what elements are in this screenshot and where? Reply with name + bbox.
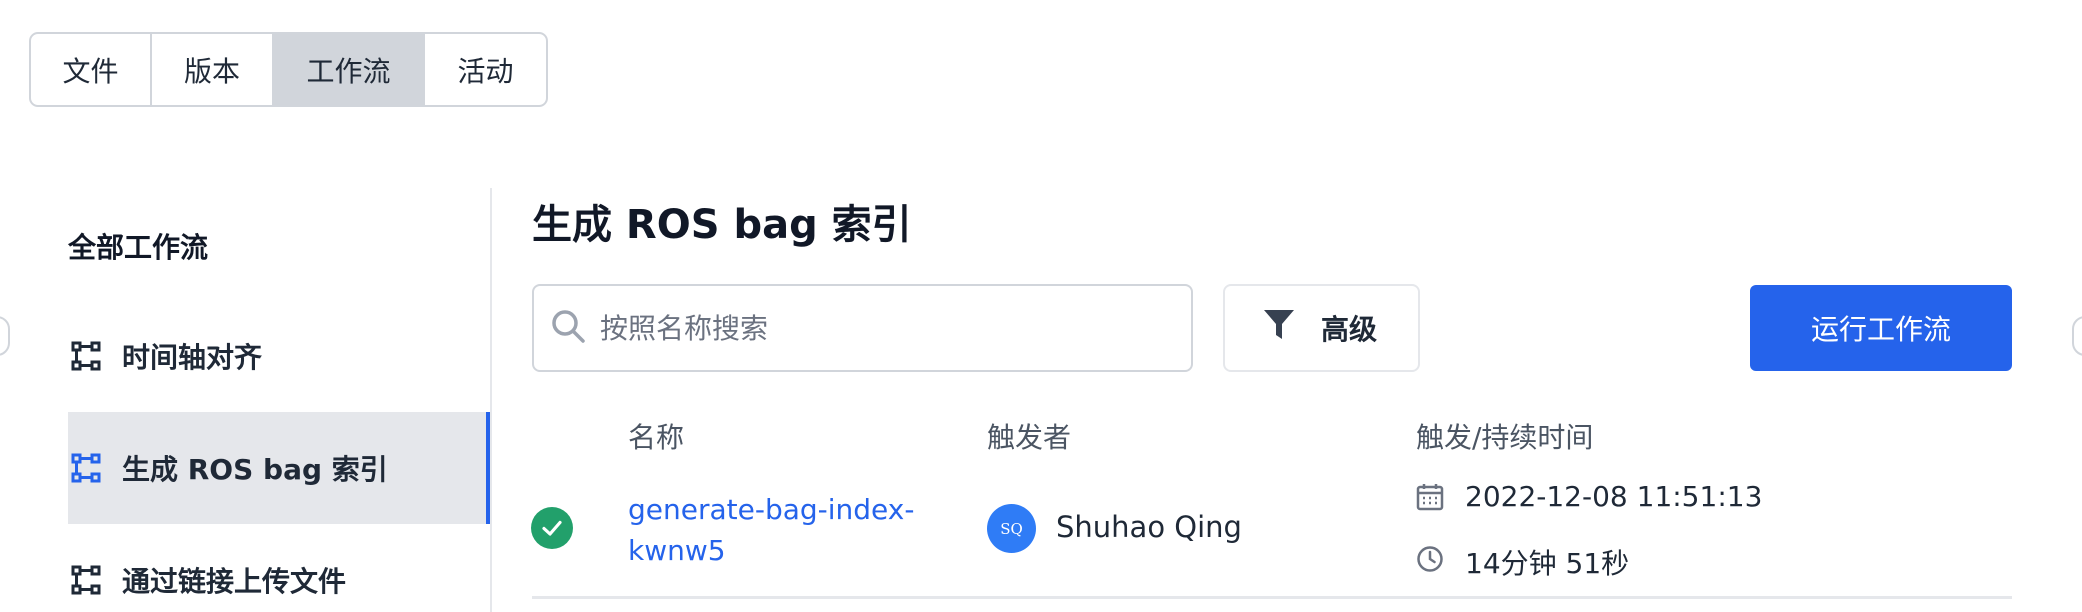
sidebar-item-label: 通过链接上传文件 bbox=[122, 565, 347, 598]
sidebar-title[interactable]: 全部工作流 bbox=[68, 226, 208, 266]
sidebar-item-timeline-align[interactable]: 时间轴对齐 bbox=[68, 300, 490, 412]
search-box bbox=[532, 284, 1193, 372]
column-header-trigger-duration: 触发/持续时间 bbox=[1416, 421, 1594, 454]
filter-icon bbox=[1263, 308, 1321, 349]
sidebar-item-ros-bag-index[interactable]: 生成 ROS bag 索引 bbox=[68, 412, 490, 524]
run-workflow-button[interactable]: 运行工作流 bbox=[1750, 285, 2012, 371]
avatar: SQ bbox=[987, 504, 1036, 553]
search-icon bbox=[550, 308, 586, 348]
workflow-sidebar: 全部工作流 时间轴对齐 生成 ROS bag 索引 通过链接上传文件 bbox=[0, 188, 492, 612]
column-header-trigger-user: 触发者 bbox=[987, 421, 1072, 454]
page-title: 生成 ROS bag 索引 bbox=[532, 202, 912, 248]
run-duration: 14分钟 51秒 bbox=[1465, 547, 1630, 580]
view-tabs: 文件 版本 工作流 活动 bbox=[29, 32, 548, 107]
advanced-filter-button[interactable]: 高级 bbox=[1223, 284, 1420, 372]
right-edge-handle[interactable] bbox=[2072, 316, 2082, 356]
success-check-icon bbox=[531, 507, 573, 549]
tab-files[interactable]: 文件 bbox=[31, 34, 152, 105]
row-divider bbox=[532, 596, 2012, 599]
calendar-icon bbox=[1416, 483, 1444, 511]
workflow-icon bbox=[71, 453, 101, 483]
sidebar-item-upload-via-link[interactable]: 通过链接上传文件 bbox=[68, 524, 490, 612]
tab-workflows[interactable]: 工作流 bbox=[274, 34, 425, 105]
trigger-user-name: Shuhao Qing bbox=[1056, 510, 1242, 544]
workflow-icon bbox=[71, 565, 101, 595]
search-input[interactable] bbox=[600, 311, 1160, 345]
tab-activity[interactable]: 活动 bbox=[425, 34, 546, 105]
triggered-at: 2022-12-08 11:51:13 bbox=[1465, 480, 1763, 513]
tab-versions[interactable]: 版本 bbox=[152, 34, 274, 105]
workflow-icon bbox=[71, 341, 101, 371]
column-header-name: 名称 bbox=[628, 421, 685, 454]
clock-icon bbox=[1416, 545, 1444, 573]
advanced-filter-label: 高级 bbox=[1321, 313, 1378, 346]
sidebar-item-label: 时间轴对齐 bbox=[122, 341, 263, 374]
sidebar-item-label: 生成 ROS bag 索引 bbox=[122, 453, 388, 486]
workflow-run-link[interactable]: generate-bag-index-kwnw5 bbox=[628, 489, 918, 571]
